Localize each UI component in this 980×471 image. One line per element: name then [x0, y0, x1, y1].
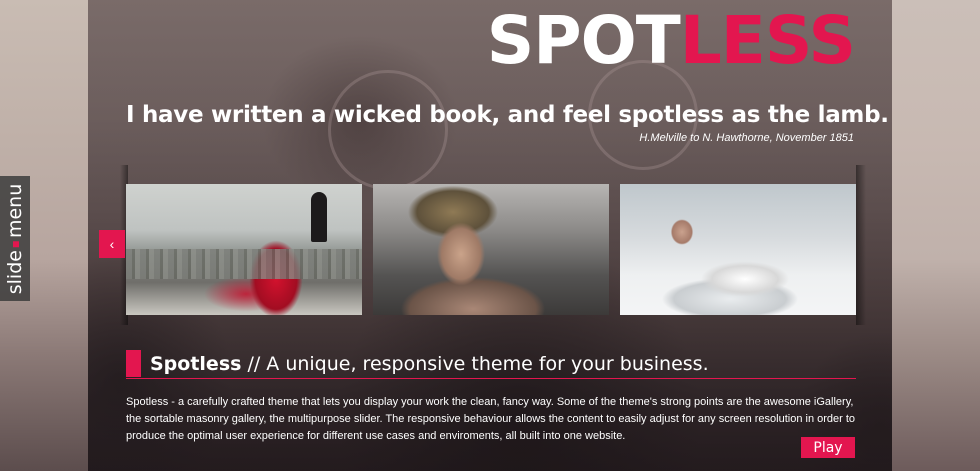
- thumb-city-skyline: [126, 249, 362, 279]
- hero-attribution: H.Melville to N. Hawthorne, November 185…: [639, 132, 854, 144]
- car-headlight-left: [328, 70, 448, 190]
- heading-accent-bar: [126, 350, 141, 377]
- logo-text-spot: SPOT: [486, 2, 681, 79]
- intro-divider: [126, 378, 856, 379]
- gallery-prev-button[interactable]: ‹: [99, 230, 125, 258]
- hero-quote: I have written a wicked book, and feel s…: [126, 102, 889, 128]
- intro-heading-rest: // A unique, responsive theme for your b…: [247, 352, 709, 375]
- slide-menu-toggle[interactable]: slide menu: [0, 176, 30, 301]
- logo-text-less: LESS: [679, 2, 856, 79]
- intro-heading: Spotless // A unique, responsive theme f…: [126, 350, 709, 377]
- slide-menu-word-slide: slide: [4, 249, 26, 294]
- gallery-shadow-right: [856, 165, 866, 325]
- gallery-thumb-3[interactable]: [620, 184, 856, 315]
- gallery-thumb-2[interactable]: [373, 184, 609, 315]
- intro-heading-strong: Spotless: [150, 352, 242, 375]
- site-logo[interactable]: SPOTLESS: [486, 2, 856, 80]
- thumb-figure: [311, 192, 327, 242]
- background-sky-right: [892, 0, 980, 471]
- chevron-left-icon: ‹: [109, 236, 115, 252]
- intro-description: Spotless - a carefully crafted theme tha…: [126, 396, 856, 442]
- play-button[interactable]: Play: [801, 437, 855, 458]
- gallery-thumb-1[interactable]: [126, 184, 362, 315]
- slide-menu-word-menu: menu: [4, 183, 26, 238]
- slide-menu-dot: [12, 240, 19, 247]
